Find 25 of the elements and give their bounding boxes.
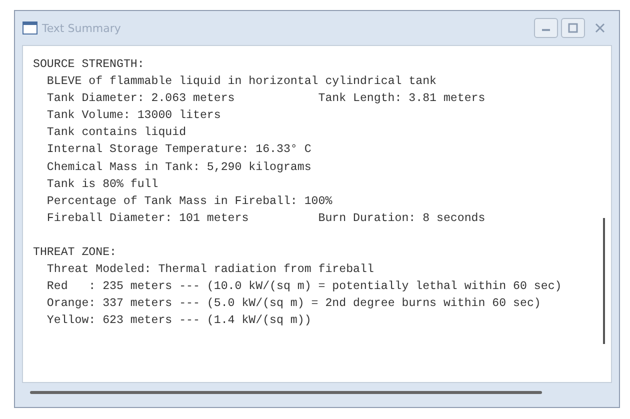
window-icon: [22, 21, 38, 35]
summary-line: Tank contains liquid: [46, 125, 188, 142]
summary-line: Orange: 337 meters --- (5.0 kW/(sq m) = 2nd degree burns within 60 sec): [46, 296, 541, 312]
close-icon: [594, 23, 606, 33]
vertical-scrollbar[interactable]: [603, 218, 605, 344]
window-title: Text Summary: [42, 22, 121, 34]
summary-line: Tank Volume: 13000 liters: [46, 108, 222, 124]
horizontal-scrollbar[interactable]: [30, 391, 542, 394]
section-heading: THREAT ZONE:: [33, 244, 118, 261]
maximize-icon: [567, 23, 579, 33]
summary-line: Fireball Diameter: 101 meters: [46, 210, 250, 227]
summary-line: Burn Duration: 8 seconds: [318, 210, 486, 227]
summary-line: Yellow: 623 meters --- (1.4 kW/(sq m)): [46, 313, 312, 330]
summary-line: Chemical Mass in Tank: 5,290 kilograms: [46, 160, 312, 176]
summary-line: Tank Length: 3.81 meters: [318, 91, 486, 108]
summary-line: Red : 235 meters --- (10.0 kW/(sq m) = potentially lethal within 60 sec): [46, 279, 562, 296]
summary-line: Tank is 80% full: [46, 176, 160, 193]
summary-line: BLEVE of flammable liquid in horizontal cylindrical tank: [46, 74, 437, 90]
summary-line: Tank Diameter: 2.063 meters: [46, 91, 236, 108]
minimize-button[interactable]: [534, 18, 558, 38]
summary-line: Threat Modeled: Thermal radiation from fireball: [46, 262, 374, 278]
summary-line: Internal Storage Temperature: 16.33° C: [46, 142, 312, 158]
section-heading: SOURCE STRENGTH:: [33, 57, 146, 73]
summary-line: Percentage of Tank Mass in Fireball: 100%: [46, 194, 332, 210]
maximize-button[interactable]: [561, 18, 585, 38]
